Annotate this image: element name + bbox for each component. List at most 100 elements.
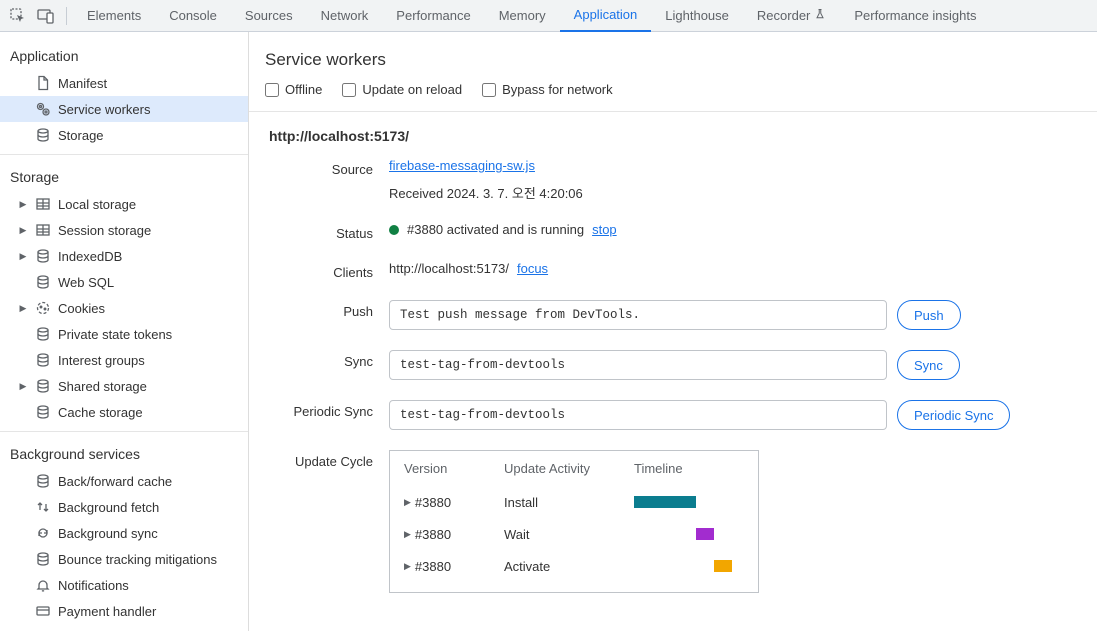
sidebar-item-label: Local storage — [58, 197, 136, 212]
sidebar-item-background-sync[interactable]: Background sync — [0, 520, 248, 546]
sidebar-item-label: Web SQL — [58, 275, 114, 290]
database-icon — [34, 273, 52, 291]
sidebar-item-back-forward-cache[interactable]: Back/forward cache — [0, 468, 248, 494]
expand-arrow-icon[interactable]: ▶ — [18, 381, 28, 392]
periodic-sync-input[interactable] — [389, 400, 887, 430]
stop-link[interactable]: stop — [592, 222, 617, 237]
sidebar-item-shared-storage[interactable]: ▶Shared storage — [0, 373, 248, 399]
cycle-version: #3880 — [415, 495, 451, 510]
sidebar-item-label: Manifest — [58, 76, 107, 91]
sidebar-item-label: IndexedDB — [58, 249, 122, 264]
sidebar-item-manifest[interactable]: Manifest — [0, 70, 248, 96]
tab-recorder[interactable]: Recorder — [743, 0, 840, 32]
database-icon — [34, 377, 52, 395]
table-icon — [34, 195, 52, 213]
expand-arrow-icon[interactable]: ▶ — [18, 303, 28, 314]
sidebar-item-label: Payment handler — [58, 604, 156, 619]
sidebar-item-cookies[interactable]: ▶ Cookies — [0, 295, 248, 321]
timeline-bar-install — [634, 496, 696, 508]
sidebar-item-service-workers[interactable]: Service workers — [0, 96, 248, 122]
database-icon — [34, 403, 52, 421]
expand-arrow-icon[interactable]: ▶ — [18, 251, 28, 262]
col-timeline: Timeline — [634, 461, 683, 476]
col-activity: Update Activity — [504, 461, 604, 476]
sidebar-item-payment-handler[interactable]: Payment handler — [0, 598, 248, 624]
sidebar-item-label: Session storage — [58, 223, 151, 238]
sync-icon — [34, 524, 52, 542]
cycle-version: #3880 — [415, 527, 451, 542]
database-icon — [34, 126, 52, 144]
sync-input[interactable] — [389, 350, 887, 380]
sidebar-item-label: Bounce tracking mitigations — [58, 552, 217, 567]
sidebar-item-notifications[interactable]: Notifications — [0, 572, 248, 598]
sidebar-item-private-state-tokens[interactable]: Private state tokens — [0, 321, 248, 347]
label-periodic-sync: Periodic Sync — [249, 400, 389, 419]
cycle-row: ▶ #3880Wait — [404, 518, 744, 550]
tab-memory[interactable]: Memory — [485, 0, 560, 32]
tab-lighthouse[interactable]: Lighthouse — [651, 0, 743, 32]
tab-sources[interactable]: Sources — [231, 0, 307, 32]
push-input[interactable] — [389, 300, 887, 330]
expand-arrow-icon[interactable]: ▶ — [404, 529, 411, 540]
sidebar-item-bounce-tracking-mitigations[interactable]: Bounce tracking mitigations — [0, 546, 248, 572]
expand-arrow-icon[interactable]: ▶ — [18, 199, 28, 210]
sidebar-item-local-storage[interactable]: ▶ Local storage — [0, 191, 248, 217]
inspect-icon[interactable] — [4, 2, 32, 30]
cycle-version: #3880 — [415, 559, 451, 574]
source-file-link[interactable]: firebase-messaging-sw.js — [389, 158, 1075, 173]
expand-arrow-icon[interactable]: ▶ — [404, 561, 411, 572]
page-title: Service workers — [249, 46, 1097, 82]
table-icon — [34, 221, 52, 239]
sidebar-item-label: Interest groups — [58, 353, 145, 368]
separator — [66, 7, 67, 25]
content-pane: Service workers Offline Update on reload… — [249, 32, 1097, 631]
update-on-reload-checkbox[interactable]: Update on reload — [342, 82, 462, 97]
tab-elements[interactable]: Elements — [73, 0, 155, 32]
database-icon — [34, 472, 52, 490]
card-icon — [34, 602, 52, 620]
sidebar-item-label: Notifications — [58, 578, 129, 593]
tab-performance-insights[interactable]: Performance insights — [840, 0, 990, 32]
sidebar-item-label: Background sync — [58, 526, 158, 541]
sidebar-item-interest-groups[interactable]: Interest groups — [0, 347, 248, 373]
label-push: Push — [249, 300, 389, 319]
device-toolbar-icon[interactable] — [32, 2, 60, 30]
sidebar-item-storage[interactable]: Storage — [0, 122, 248, 148]
sidebar-item-cache-storage[interactable]: Cache storage — [0, 399, 248, 425]
sidebar-item-label: Background fetch — [58, 500, 159, 515]
divider — [0, 431, 248, 432]
tab-console[interactable]: Console — [155, 0, 231, 32]
application-sidebar: Application ManifestService workersStora… — [0, 32, 249, 631]
sidebar-item-label: Cookies — [58, 301, 105, 316]
label-status: Status — [249, 222, 389, 241]
offline-checkbox[interactable]: Offline — [265, 82, 322, 97]
tab-performance[interactable]: Performance — [382, 0, 484, 32]
sidebar-item-background-fetch[interactable]: Background fetch — [0, 494, 248, 520]
expand-arrow-icon[interactable]: ▶ — [18, 225, 28, 236]
flask-icon — [814, 8, 826, 23]
label-update-cycle: Update Cycle — [249, 450, 389, 469]
received-text: Received 2024. 3. 7. 오전 4:20:06 — [389, 183, 1075, 202]
expand-arrow-icon[interactable]: ▶ — [404, 497, 411, 508]
sync-button[interactable]: Sync — [897, 350, 960, 380]
timeline-bar-wait — [696, 528, 714, 540]
tab-network[interactable]: Network — [307, 0, 383, 32]
periodic-sync-button[interactable]: Periodic Sync — [897, 400, 1010, 430]
timeline-bar-activate — [714, 560, 732, 572]
cycle-row: ▶ #3880Activate — [404, 550, 744, 582]
bell-icon — [34, 576, 52, 594]
focus-link[interactable]: focus — [517, 261, 548, 276]
status-text: #3880 activated and is running — [407, 222, 584, 237]
push-button[interactable]: Push — [897, 300, 961, 330]
bypass-for-network-checkbox[interactable]: Bypass for network — [482, 82, 613, 97]
label-clients: Clients — [249, 261, 389, 280]
updown-icon — [34, 498, 52, 516]
sidebar-item-indexeddb[interactable]: ▶ IndexedDB — [0, 243, 248, 269]
cookie-icon — [34, 299, 52, 317]
sidebar-item-web-sql[interactable]: Web SQL — [0, 269, 248, 295]
sidebar-item-label: Back/forward cache — [58, 474, 172, 489]
tab-application[interactable]: Application — [560, 0, 652, 32]
sidebar-item-session-storage[interactable]: ▶ Session storage — [0, 217, 248, 243]
label-sync: Sync — [249, 350, 389, 369]
client-url: http://localhost:5173/ — [389, 261, 509, 276]
